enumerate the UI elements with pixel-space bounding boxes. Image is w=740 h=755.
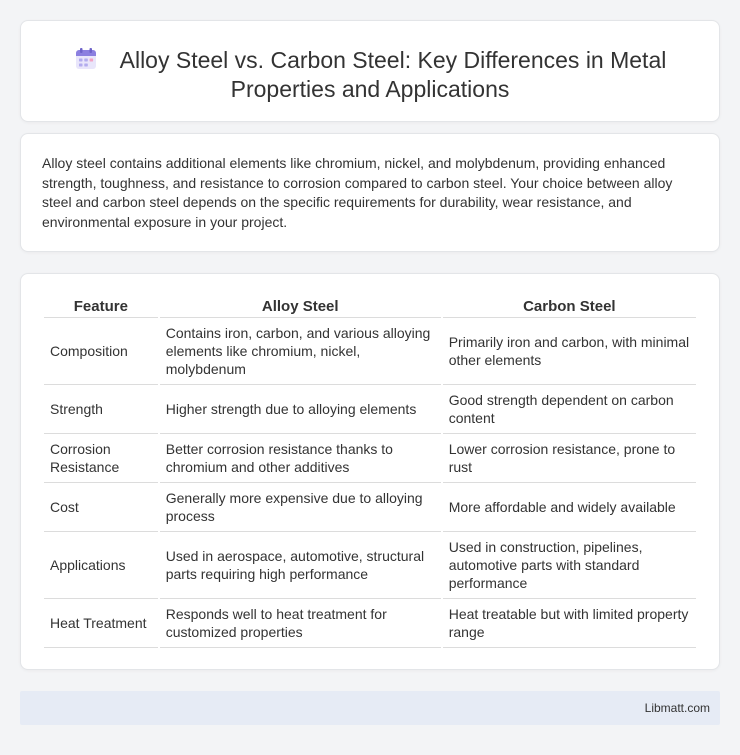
row-carbon-steel: More affordable and widely available <box>442 483 696 532</box>
row-carbon-steel: Good strength dependent on carbon conten… <box>442 385 696 434</box>
table-row: Composition Contains iron, carbon, and v… <box>44 318 696 385</box>
row-alloy-steel: Contains iron, carbon, and various alloy… <box>159 318 441 385</box>
row-alloy-steel: Generally more expensive due to alloying… <box>159 483 441 532</box>
page-title: Alloy Steel vs. Carbon Steel: Key Differ… <box>119 47 667 102</box>
row-alloy-steel: Higher strength due to alloying elements <box>159 385 441 434</box>
header-carbon-steel: Carbon Steel <box>442 294 696 318</box>
intro-card: Alloy steel contains additional elements… <box>20 133 720 252</box>
table-row: Strength Higher strength due to alloying… <box>44 385 696 434</box>
row-feature: Applications <box>44 532 158 599</box>
intro-paragraph: Alloy steel contains additional elements… <box>42 155 673 230</box>
table-header-row: Feature Alloy Steel Carbon Steel <box>44 294 696 318</box>
calendar-icon <box>75 48 96 69</box>
row-carbon-steel: Used in construction, pipelines, automot… <box>442 532 696 599</box>
table-row: Cost Generally more expensive due to all… <box>44 483 696 532</box>
row-feature: Strength <box>44 385 158 434</box>
header-card: Alloy Steel vs. Carbon Steel: Key Differ… <box>20 20 720 122</box>
row-carbon-steel: Heat treatable but with limited property… <box>442 599 696 648</box>
table-row: Corrosion Resistance Better corrosion re… <box>44 434 696 483</box>
table-row: Heat Treatment Responds well to heat tre… <box>44 599 696 648</box>
page-title-wrap: Alloy Steel vs. Carbon Steel: Key Differ… <box>21 46 719 104</box>
row-feature: Composition <box>44 318 158 385</box>
row-alloy-steel: Used in aerospace, automotive, structura… <box>159 532 441 599</box>
row-feature: Heat Treatment <box>44 599 158 648</box>
table-row: Applications Used in aerospace, automoti… <box>44 532 696 599</box>
header-alloy-steel: Alloy Steel <box>159 294 441 318</box>
comparison-table-card: Feature Alloy Steel Carbon Steel Composi… <box>20 273 720 670</box>
row-carbon-steel: Primarily iron and carbon, with minimal … <box>442 318 696 385</box>
comparison-table: Feature Alloy Steel Carbon Steel Composi… <box>42 294 698 648</box>
row-alloy-steel: Better corrosion resistance thanks to ch… <box>159 434 441 483</box>
row-feature: Corrosion Resistance <box>44 434 158 483</box>
footer-bar: Libmatt.com <box>20 691 720 725</box>
row-carbon-steel: Lower corrosion resistance, prone to rus… <box>442 434 696 483</box>
header-feature: Feature <box>44 294 158 318</box>
row-alloy-steel: Responds well to heat treatment for cust… <box>159 599 441 648</box>
footer-site-link[interactable]: Libmatt.com <box>645 701 710 715</box>
row-feature: Cost <box>44 483 158 532</box>
